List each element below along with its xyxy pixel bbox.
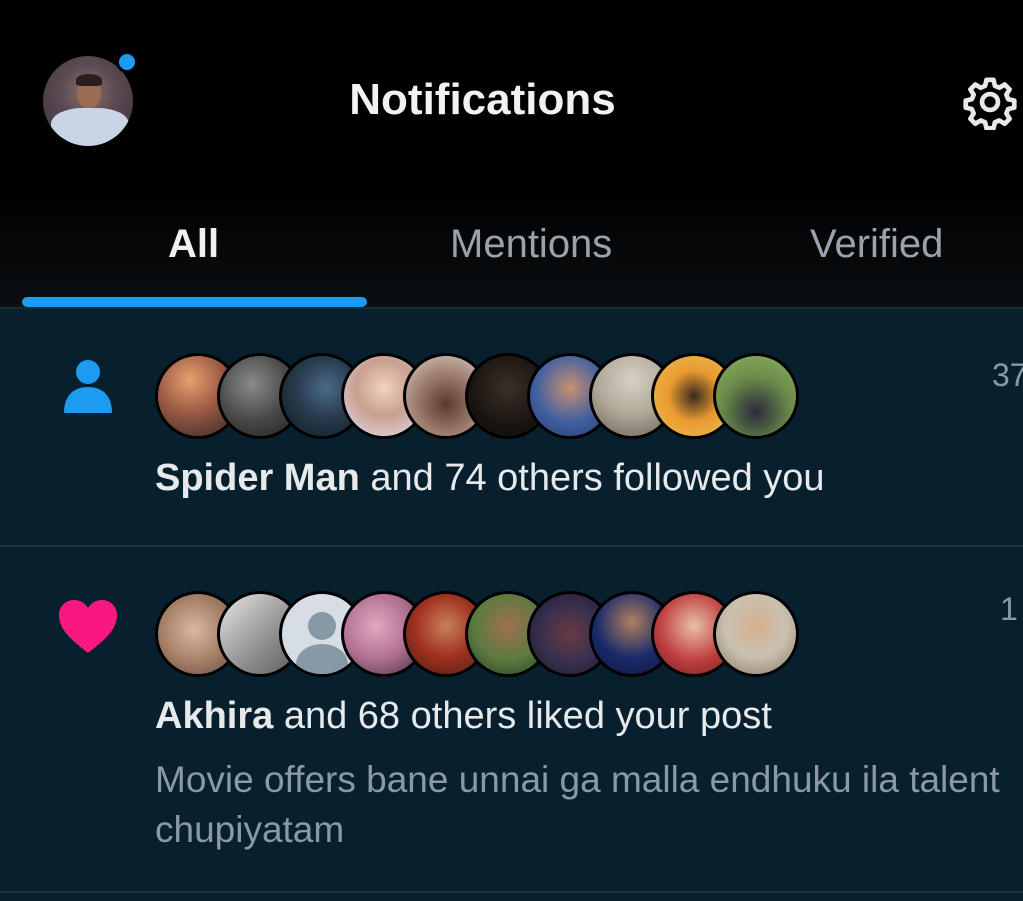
follower-avatars — [155, 353, 799, 441]
settings-button[interactable] — [960, 74, 1020, 131]
active-tab-indicator — [22, 297, 367, 307]
page-title: Notifications — [349, 75, 616, 124]
avatar[interactable] — [713, 353, 799, 439]
like-notification[interactable]: 1 Akhira and 68 others liked your post M… — [0, 547, 1023, 891]
timestamp: 37 — [992, 357, 1023, 393]
timestamp: 1 — [1000, 591, 1018, 627]
follow-notification[interactable]: 37 Spider Man and 74 others followed you — [0, 309, 1023, 545]
gear-icon — [963, 77, 1017, 131]
avatar[interactable] — [713, 591, 799, 677]
next-notification-edge — [0, 893, 1023, 901]
unread-dot — [116, 51, 138, 73]
heart-icon — [59, 600, 117, 653]
tab-mentions[interactable]: Mentions — [450, 220, 612, 268]
post-preview[interactable]: Movie offers bane unnai ga malla endhuku… — [155, 755, 1015, 855]
tab-all[interactable]: All — [168, 220, 219, 268]
person-icon — [64, 360, 112, 413]
liker-avatars — [155, 591, 799, 679]
actor-name[interactable]: Akhira — [155, 695, 273, 737]
notification-text: Spider Man and 74 others followed you — [155, 455, 825, 501]
notification-action: and 74 others followed you — [359, 457, 825, 499]
actor-name[interactable]: Spider Man — [155, 457, 360, 499]
tab-verified[interactable]: Verified — [810, 220, 943, 268]
top-bar: Notifications All Mentions Verified — [0, 0, 1023, 308]
notification-text: Akhira and 68 others liked your post — [155, 693, 772, 739]
notification-action: and 68 others liked your post — [273, 695, 772, 737]
